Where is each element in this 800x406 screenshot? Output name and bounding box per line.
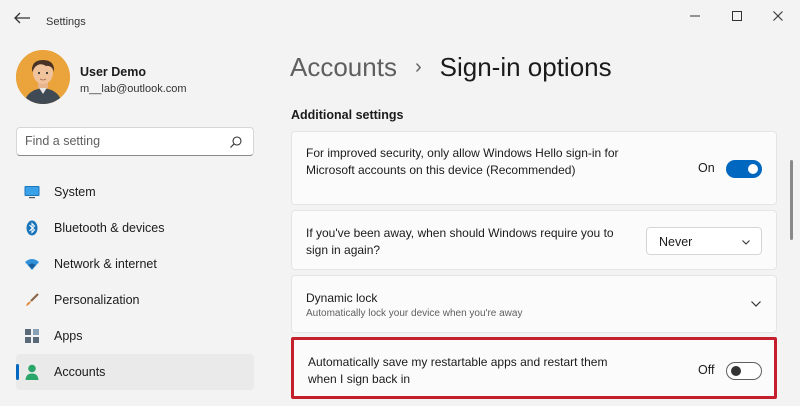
toggle-knob <box>748 164 758 174</box>
sidebar-item-label: Network & internet <box>54 257 157 271</box>
active-indicator <box>16 364 19 380</box>
sidebar-item-accounts[interactable]: Accounts <box>16 354 254 390</box>
sidebar-item-network[interactable]: Network & internet <box>16 246 254 282</box>
search-input[interactable] <box>25 134 225 148</box>
back-button[interactable] <box>12 10 32 26</box>
close-icon <box>773 11 783 21</box>
minimize-icon <box>690 15 700 17</box>
sidebar-item-label: Apps <box>54 329 83 343</box>
minimize-button[interactable] <box>680 6 710 26</box>
windows-hello-toggle[interactable] <box>726 160 762 178</box>
person-icon <box>24 364 40 380</box>
search-icon <box>230 136 242 148</box>
sidebar-item-label: Accounts <box>54 365 106 379</box>
sidebar-item-label: Bluetooth & devices <box>54 221 165 235</box>
restart-apps-description: Automatically save my restartable apps a… <box>308 355 608 386</box>
user-profile: User Demo m__lab@outlook.com <box>16 50 256 106</box>
toggle-knob <box>731 366 741 376</box>
require-signin-dropdown[interactable]: Never <box>646 227 762 255</box>
search-box[interactable] <box>16 127 254 156</box>
section-title: Additional settings <box>291 108 404 122</box>
breadcrumb-parent[interactable]: Accounts <box>290 52 397 83</box>
sidebar-item-personalization[interactable]: Personalization <box>16 282 254 318</box>
page-title: Sign-in options <box>439 52 612 82</box>
wifi-icon <box>24 256 40 272</box>
close-button[interactable] <box>763 6 793 26</box>
card-require-signin: If you've been away, when should Windows… <box>291 210 777 270</box>
sidebar-item-bluetooth[interactable]: Bluetooth & devices <box>16 210 254 246</box>
dropdown-value: Never <box>659 235 693 249</box>
card-restart-apps: Automatically save my restartable apps a… <box>291 337 777 399</box>
app-title: Settings <box>46 16 86 28</box>
back-arrow-icon <box>14 12 30 24</box>
apps-icon <box>24 328 40 344</box>
sidebar-item-label: Personalization <box>54 293 140 307</box>
chevron-down-icon <box>742 240 750 245</box>
user-email: m__lab@outlook.com <box>80 83 187 95</box>
sidebar-item-apps[interactable]: Apps <box>16 318 254 354</box>
windows-hello-state: On <box>698 161 715 175</box>
monitor-icon <box>24 184 40 200</box>
avatar[interactable] <box>16 50 70 104</box>
avatar-illustration <box>16 50 70 104</box>
card-dynamic-lock[interactable]: Dynamic lock Automatically lock your dev… <box>291 275 777 333</box>
user-name: User Demo <box>80 65 146 79</box>
breadcrumb: Accounts › Sign-in options <box>290 52 612 83</box>
restart-apps-toggle[interactable] <box>726 362 762 380</box>
dynamic-lock-subtitle: Automatically lock your device when you'… <box>306 308 523 319</box>
require-signin-description: If you've been away, when should Windows… <box>306 226 614 257</box>
sidebar-item-label: System <box>54 185 96 199</box>
sidebar-nav: System Bluetooth & devices Network & int… <box>16 174 254 390</box>
restart-apps-state: Off <box>698 363 715 377</box>
title-bar: Settings <box>0 0 800 34</box>
maximize-icon <box>732 11 742 21</box>
card-windows-hello: For improved security, only allow Window… <box>291 131 777 205</box>
dynamic-lock-title: Dynamic lock <box>306 291 378 305</box>
bluetooth-icon <box>24 220 40 236</box>
scrollbar[interactable] <box>790 160 793 240</box>
breadcrumb-separator: › <box>414 56 422 78</box>
chevron-down-icon[interactable] <box>750 300 762 308</box>
windows-hello-description: For improved security, only allow Window… <box>306 146 619 177</box>
maximize-button[interactable] <box>722 6 752 26</box>
brush-icon <box>24 292 40 308</box>
sidebar-item-system[interactable]: System <box>16 174 254 210</box>
